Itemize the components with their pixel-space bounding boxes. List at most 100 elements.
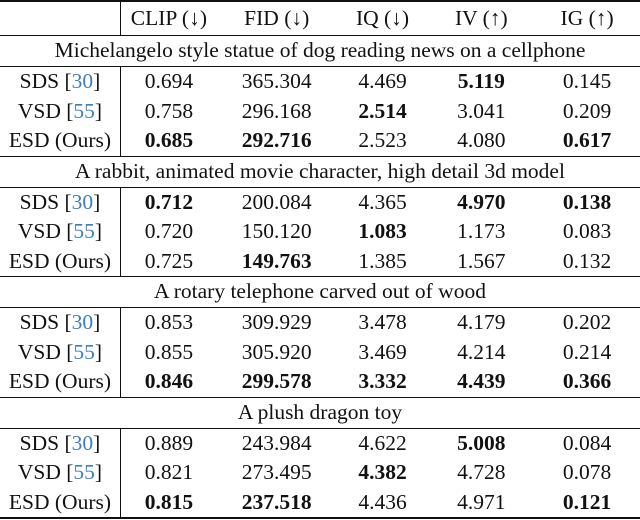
table-row: SDS [30] 0.694 365.304 4.469 5.119 0.145	[0, 66, 640, 97]
citation-link[interactable]: 55	[73, 219, 95, 243]
value-iq: 2.523	[358, 128, 407, 152]
method-name: VSD	[17, 339, 61, 364]
prompt-row: A rotary telephone carved out of wood	[0, 276, 640, 308]
method-cell: SDS [30]	[0, 187, 121, 217]
table-row: VSD [55] 0.855 305.920 3.469 4.214 0.214	[0, 337, 640, 367]
table-row: ESD (Ours) 0.846 299.578 3.332 4.439 0.366	[0, 367, 640, 397]
table-row: VSD [55] 0.758 296.168 2.514 3.041 0.209	[0, 96, 640, 126]
value-iv: 4.080	[457, 128, 506, 152]
header-row: CLIP (↓) FID (↓) IQ (↓) IV (↑) IG (↑)	[0, 1, 640, 36]
value-iv: 4.971	[457, 489, 506, 514]
value-iv: 4.970	[457, 189, 506, 214]
value-ig: 0.617	[562, 128, 612, 152]
value-iq: 4.469	[358, 69, 407, 93]
cite-bracket-close: ]	[94, 98, 103, 123]
table-row: ESD (Ours) 0.725 149.763 1.385 1.567 0.132	[0, 246, 640, 277]
citation-link[interactable]: 30	[72, 190, 94, 214]
value-clip: 0.694	[144, 69, 194, 93]
value-ig: 0.078	[562, 460, 612, 484]
value-fid: 299.578	[241, 369, 312, 393]
cite-bracket-open: [	[59, 69, 72, 93]
method-cell: VSD [55]	[0, 458, 121, 488]
prompt-text: A rabbit, animated movie character, high…	[0, 155, 640, 188]
header-corner	[0, 1, 121, 36]
table-row: ESD (Ours) 0.685 292.716 2.523 4.080 0.617	[0, 126, 640, 156]
value-clip: 0.758	[144, 98, 194, 123]
cite-bracket-open: [	[60, 339, 74, 364]
value-iq: 3.332	[358, 369, 407, 393]
method-cell: SDS [30]	[0, 428, 121, 458]
value-clip: 0.855	[144, 339, 194, 364]
value-clip: 0.720	[144, 219, 194, 243]
header-iq: IQ (↓)	[355, 6, 410, 30]
value-iv: 4.439	[457, 369, 506, 393]
method-cell: VSD [55]	[0, 337, 121, 367]
value-clip: 0.853	[144, 310, 194, 334]
header-ig: IG (↑)	[560, 6, 614, 30]
method-name: SDS	[19, 310, 60, 334]
citation-link[interactable]: 30	[72, 431, 94, 455]
method-name: VSD	[17, 460, 61, 484]
value-ig: 0.138	[562, 189, 612, 214]
method-name: VSD	[17, 219, 61, 243]
value-fid: 296.168	[241, 98, 312, 123]
prompt-row: Michelangelo style statue of dog reading…	[0, 35, 640, 67]
cite-bracket-open: [	[60, 98, 74, 123]
method-cell: SDS [30]	[0, 307, 121, 338]
value-clip: 0.712	[144, 189, 194, 214]
cite-bracket-close: ]	[93, 430, 101, 455]
method-name: SDS	[19, 189, 60, 214]
method-cell: ESD (Ours)	[0, 487, 121, 518]
value-clip: 0.846	[144, 369, 194, 393]
citation-link[interactable]: 30	[72, 69, 94, 93]
value-iq: 2.514	[358, 98, 407, 123]
value-iv: 1.173	[457, 219, 506, 243]
cite-bracket-close: ]	[93, 310, 101, 334]
method-name: SDS	[19, 69, 60, 93]
header-clip: CLIP (↓)	[130, 6, 207, 30]
method-cell: VSD [55]	[0, 96, 121, 126]
value-iv: 3.041	[457, 98, 506, 123]
header-iv: IV (↑)	[454, 6, 508, 30]
prompt-text: A plush dragon toy	[0, 396, 640, 429]
value-fid: 200.084	[241, 189, 312, 214]
value-iv: 5.119	[457, 69, 505, 93]
method-name: ESD (Ours)	[8, 369, 112, 393]
value-fid: 309.929	[241, 310, 312, 334]
value-ig: 0.202	[562, 310, 612, 334]
method-cell: ESD (Ours)	[0, 246, 121, 277]
value-ig: 0.214	[562, 339, 612, 364]
cite-bracket-open: [	[59, 310, 72, 334]
value-iq: 3.478	[358, 310, 407, 334]
citation-link[interactable]: 55	[73, 99, 95, 123]
value-iq: 1.385	[358, 248, 407, 273]
cite-bracket-close: ]	[94, 460, 103, 484]
value-clip: 0.685	[144, 128, 194, 152]
value-fid: 243.984	[241, 430, 312, 455]
value-iq: 1.083	[358, 219, 407, 243]
table-body: Michelangelo style statue of dog reading…	[0, 35, 640, 518]
method-name: VSD	[17, 98, 61, 123]
citation-link[interactable]: 30	[72, 310, 94, 334]
value-fid: 237.518	[241, 489, 312, 514]
method-name: ESD (Ours)	[8, 489, 112, 514]
method-name: ESD (Ours)	[8, 128, 112, 152]
citation-link[interactable]: 55	[73, 460, 95, 484]
value-fid: 292.716	[241, 128, 312, 152]
method-name: ESD (Ours)	[8, 248, 112, 273]
value-fid: 149.763	[241, 248, 312, 273]
value-clip: 0.889	[144, 430, 194, 455]
method-cell: ESD (Ours)	[0, 367, 121, 397]
method-cell: VSD [55]	[0, 217, 121, 247]
value-iq: 4.436	[358, 489, 407, 514]
method-cell: ESD (Ours)	[0, 126, 121, 156]
table-row: SDS [30] 0.853 309.929 3.478 4.179 0.202	[0, 307, 640, 338]
cite-bracket-open: [	[60, 219, 74, 243]
citation-link[interactable]: 55	[73, 340, 95, 364]
value-fid: 305.920	[241, 339, 312, 364]
cite-bracket-close: ]	[93, 189, 101, 214]
cite-bracket-open: [	[59, 189, 72, 214]
value-ig: 0.121	[562, 489, 612, 514]
value-fid: 365.304	[241, 69, 312, 93]
prompt-text: A rotary telephone carved out of wood	[0, 276, 640, 308]
